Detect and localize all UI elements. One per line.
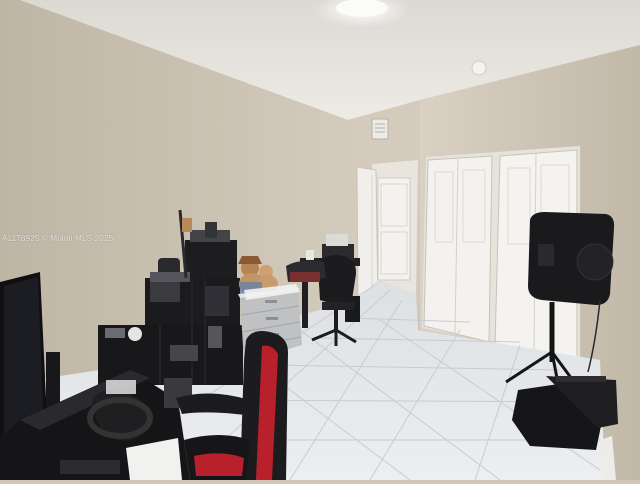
smoke-detector [471,60,487,76]
hallway-door [377,177,411,281]
air-vent [371,118,389,140]
mls-watermark: A1178925 © Miami MLS 2025 [2,234,114,243]
